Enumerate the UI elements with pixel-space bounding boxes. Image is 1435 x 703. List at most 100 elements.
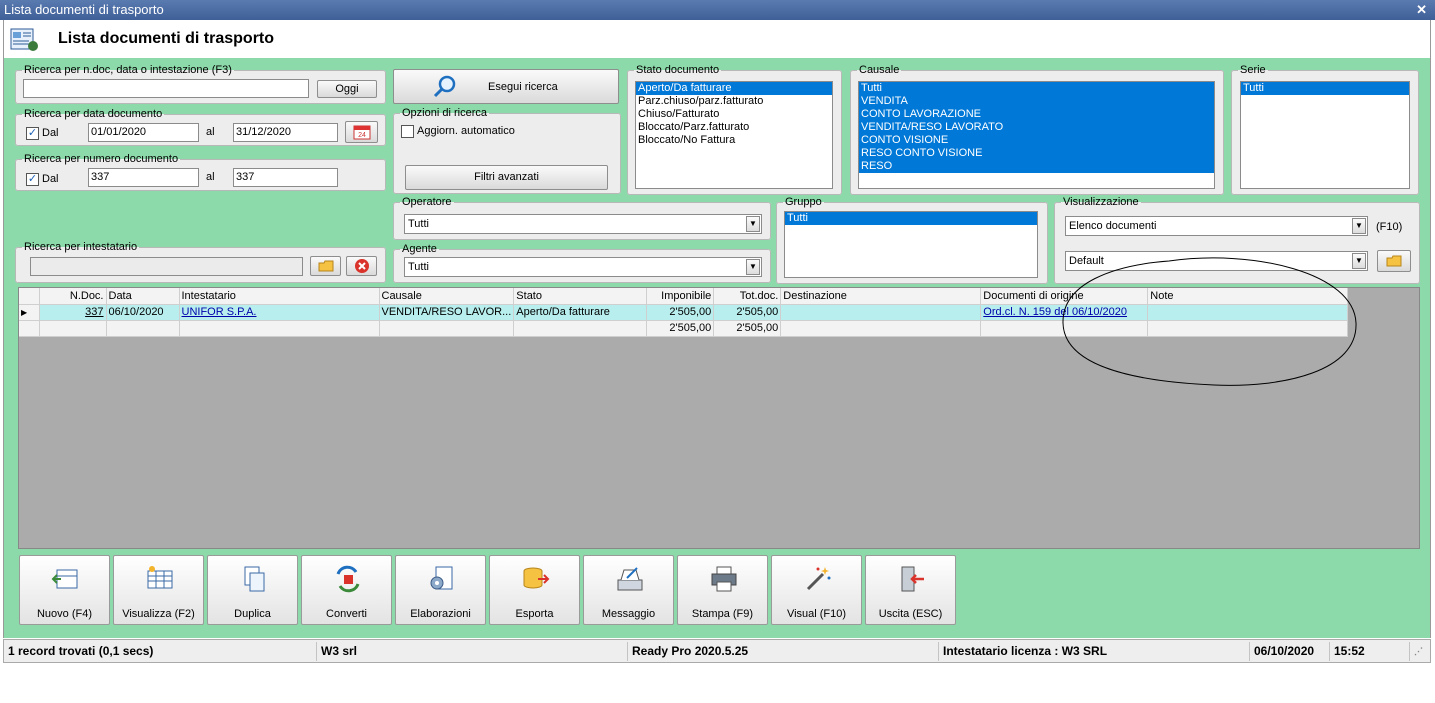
- chevron-down-icon[interactable]: ▼: [1352, 218, 1366, 234]
- exit-door-icon: [901, 566, 924, 592]
- message-icon: [617, 567, 643, 591]
- export-button[interactable]: Esporta: [489, 555, 580, 625]
- holder-clear-button[interactable]: [346, 256, 377, 276]
- duplicate-button[interactable]: Duplica: [207, 555, 298, 625]
- cell-state[interactable]: Aperto/Da fatturare: [513, 304, 648, 321]
- export-label: Esporta: [515, 608, 554, 620]
- date-to-label: al: [206, 126, 215, 138]
- today-button[interactable]: Oggi: [317, 80, 377, 98]
- operatore-select[interactable]: Tutti ▼: [404, 214, 762, 234]
- close-icon[interactable]: ✕: [1416, 0, 1427, 20]
- cell-date[interactable]: 06/10/2020: [106, 304, 180, 321]
- duplicate-label: Duplica: [234, 608, 271, 620]
- svg-text:24: 24: [358, 132, 366, 139]
- search-number-legend: Ricerca per numero documento: [24, 153, 179, 165]
- list-item[interactable]: VENDITA/RESO LAVORATO: [859, 121, 1214, 134]
- doc-state-legend: Stato documento: [636, 64, 720, 76]
- cell-destination[interactable]: [780, 304, 982, 321]
- run-search-button[interactable]: Esegui ricerca: [393, 69, 619, 104]
- print-button[interactable]: Stampa (F9): [677, 555, 768, 625]
- row-indicator-header: [19, 288, 40, 305]
- auto-update-label: Aggiorn. automatico: [417, 125, 515, 137]
- total-amount: 2'505,00: [713, 320, 782, 337]
- serie-list[interactable]: Tutti: [1240, 81, 1410, 189]
- cell-ndoc[interactable]: 337: [39, 304, 107, 321]
- cell-total[interactable]: 2'505,00: [713, 304, 782, 321]
- printer-icon: [711, 566, 737, 592]
- main-panel: Ricerca per n.doc, data o intestazione (…: [3, 58, 1431, 638]
- row-pointer-icon: ▶: [19, 304, 40, 321]
- list-item[interactable]: CONTO LAVORAZIONE: [859, 108, 1214, 121]
- list-item[interactable]: CONTO VISIONE: [859, 134, 1214, 147]
- column-header[interactable]: Stato: [513, 288, 648, 305]
- list-item[interactable]: Parz.chiuso/parz.fatturato: [636, 95, 832, 108]
- operatore-legend: Operatore: [402, 196, 452, 208]
- date-checkbox[interactable]: ✓: [26, 127, 39, 140]
- agente-legend: Agente: [402, 243, 437, 255]
- exit-label: Uscita (ESC): [878, 608, 943, 620]
- search-text-input[interactable]: [23, 79, 309, 98]
- status-license: Intestatario licenza : W3 SRL: [939, 642, 1250, 661]
- search-holder-legend: Ricerca per intestatario: [24, 241, 138, 253]
- process-label: Elaborazioni: [410, 608, 471, 620]
- list-item[interactable]: VENDITA: [859, 95, 1214, 108]
- number-from-input[interactable]: 337: [88, 168, 199, 187]
- cell-holder[interactable]: UNIFOR S.P.A.: [179, 304, 380, 321]
- column-header[interactable]: Imponibile: [646, 288, 715, 305]
- process-button[interactable]: Elaborazioni: [395, 555, 486, 625]
- auto-update-checkbox[interactable]: [401, 125, 414, 138]
- new-label: Nuovo (F4): [36, 608, 93, 620]
- cell-taxable[interactable]: 2'505,00: [646, 304, 715, 321]
- column-header[interactable]: Data: [106, 288, 180, 305]
- doc-state-list[interactable]: Aperto/Da fatturare Parz.chiuso/parz.fatt…: [635, 81, 833, 189]
- view-table-icon: [147, 566, 173, 589]
- advanced-filters-button[interactable]: Filtri avanzati: [405, 165, 608, 190]
- folder-icon: [318, 260, 333, 272]
- list-item[interactable]: Tutti: [1241, 82, 1409, 95]
- search-text-legend: Ricerca per n.doc, data o intestazione (…: [24, 64, 232, 76]
- date-from-input[interactable]: 01/01/2020: [88, 123, 199, 142]
- list-item[interactable]: RESO: [859, 160, 1214, 173]
- column-header[interactable]: Tot.doc.: [713, 288, 782, 305]
- chevron-down-icon[interactable]: ▼: [746, 259, 760, 275]
- date-to-input[interactable]: 31/12/2020: [233, 123, 338, 142]
- cell-causale[interactable]: VENDITA/RESO LAVOR...: [379, 304, 515, 321]
- list-item[interactable]: Chiuso/Fatturato: [636, 108, 832, 121]
- holder-link[interactable]: UNIFOR S.P.A.: [182, 306, 257, 318]
- window-title: Lista documenti di trasporto: [4, 2, 164, 17]
- causale-list[interactable]: Tutti VENDITA CONTO LAVORAZIONE VENDITA/RES…: [858, 81, 1215, 189]
- list-item[interactable]: Bloccato/Parz.fatturato: [636, 121, 832, 134]
- holder-input[interactable]: [30, 257, 303, 276]
- view-button[interactable]: Visualizza (F2): [113, 555, 204, 625]
- search-date-legend: Ricerca per data documento: [24, 108, 163, 120]
- convert-button[interactable]: Converti: [301, 555, 392, 625]
- number-to-input[interactable]: 337: [233, 168, 338, 187]
- view-select[interactable]: Elenco documenti ▼: [1065, 216, 1368, 236]
- serie-legend: Serie: [1240, 64, 1266, 76]
- document-list-icon: [10, 28, 38, 51]
- resize-grip-icon[interactable]: ⋰: [1410, 642, 1430, 661]
- gruppo-list[interactable]: Tutti: [784, 211, 1038, 278]
- list-item[interactable]: Bloccato/No Fattura: [636, 134, 832, 147]
- column-header[interactable]: Causale: [379, 288, 515, 305]
- column-header[interactable]: Destinazione: [780, 288, 982, 305]
- view-value: Elenco documenti: [1069, 220, 1157, 232]
- layout-folder-button[interactable]: [1377, 250, 1411, 272]
- list-item[interactable]: RESO CONTO VISIONE: [859, 147, 1214, 160]
- column-header[interactable]: Intestatario: [179, 288, 380, 305]
- number-checkbox[interactable]: ✓: [26, 173, 39, 186]
- column-header[interactable]: N.Doc.: [39, 288, 107, 305]
- list-item[interactable]: Tutti: [785, 212, 1037, 225]
- view-label: Visualizza (F2): [122, 608, 195, 620]
- chevron-down-icon[interactable]: ▼: [746, 216, 760, 232]
- holder-browse-button[interactable]: [310, 256, 341, 276]
- visual-button[interactable]: Visual (F10): [771, 555, 862, 625]
- new-button[interactable]: Nuovo (F4): [19, 555, 110, 625]
- calendar-button[interactable]: 24: [345, 121, 378, 143]
- list-item[interactable]: Tutti: [859, 82, 1214, 95]
- clear-icon: [354, 259, 369, 273]
- list-item[interactable]: Aperto/Da fatturare: [636, 82, 832, 95]
- agente-select[interactable]: Tutti ▼: [404, 257, 762, 277]
- exit-button[interactable]: Uscita (ESC): [865, 555, 956, 625]
- message-button[interactable]: Messaggio: [583, 555, 674, 625]
